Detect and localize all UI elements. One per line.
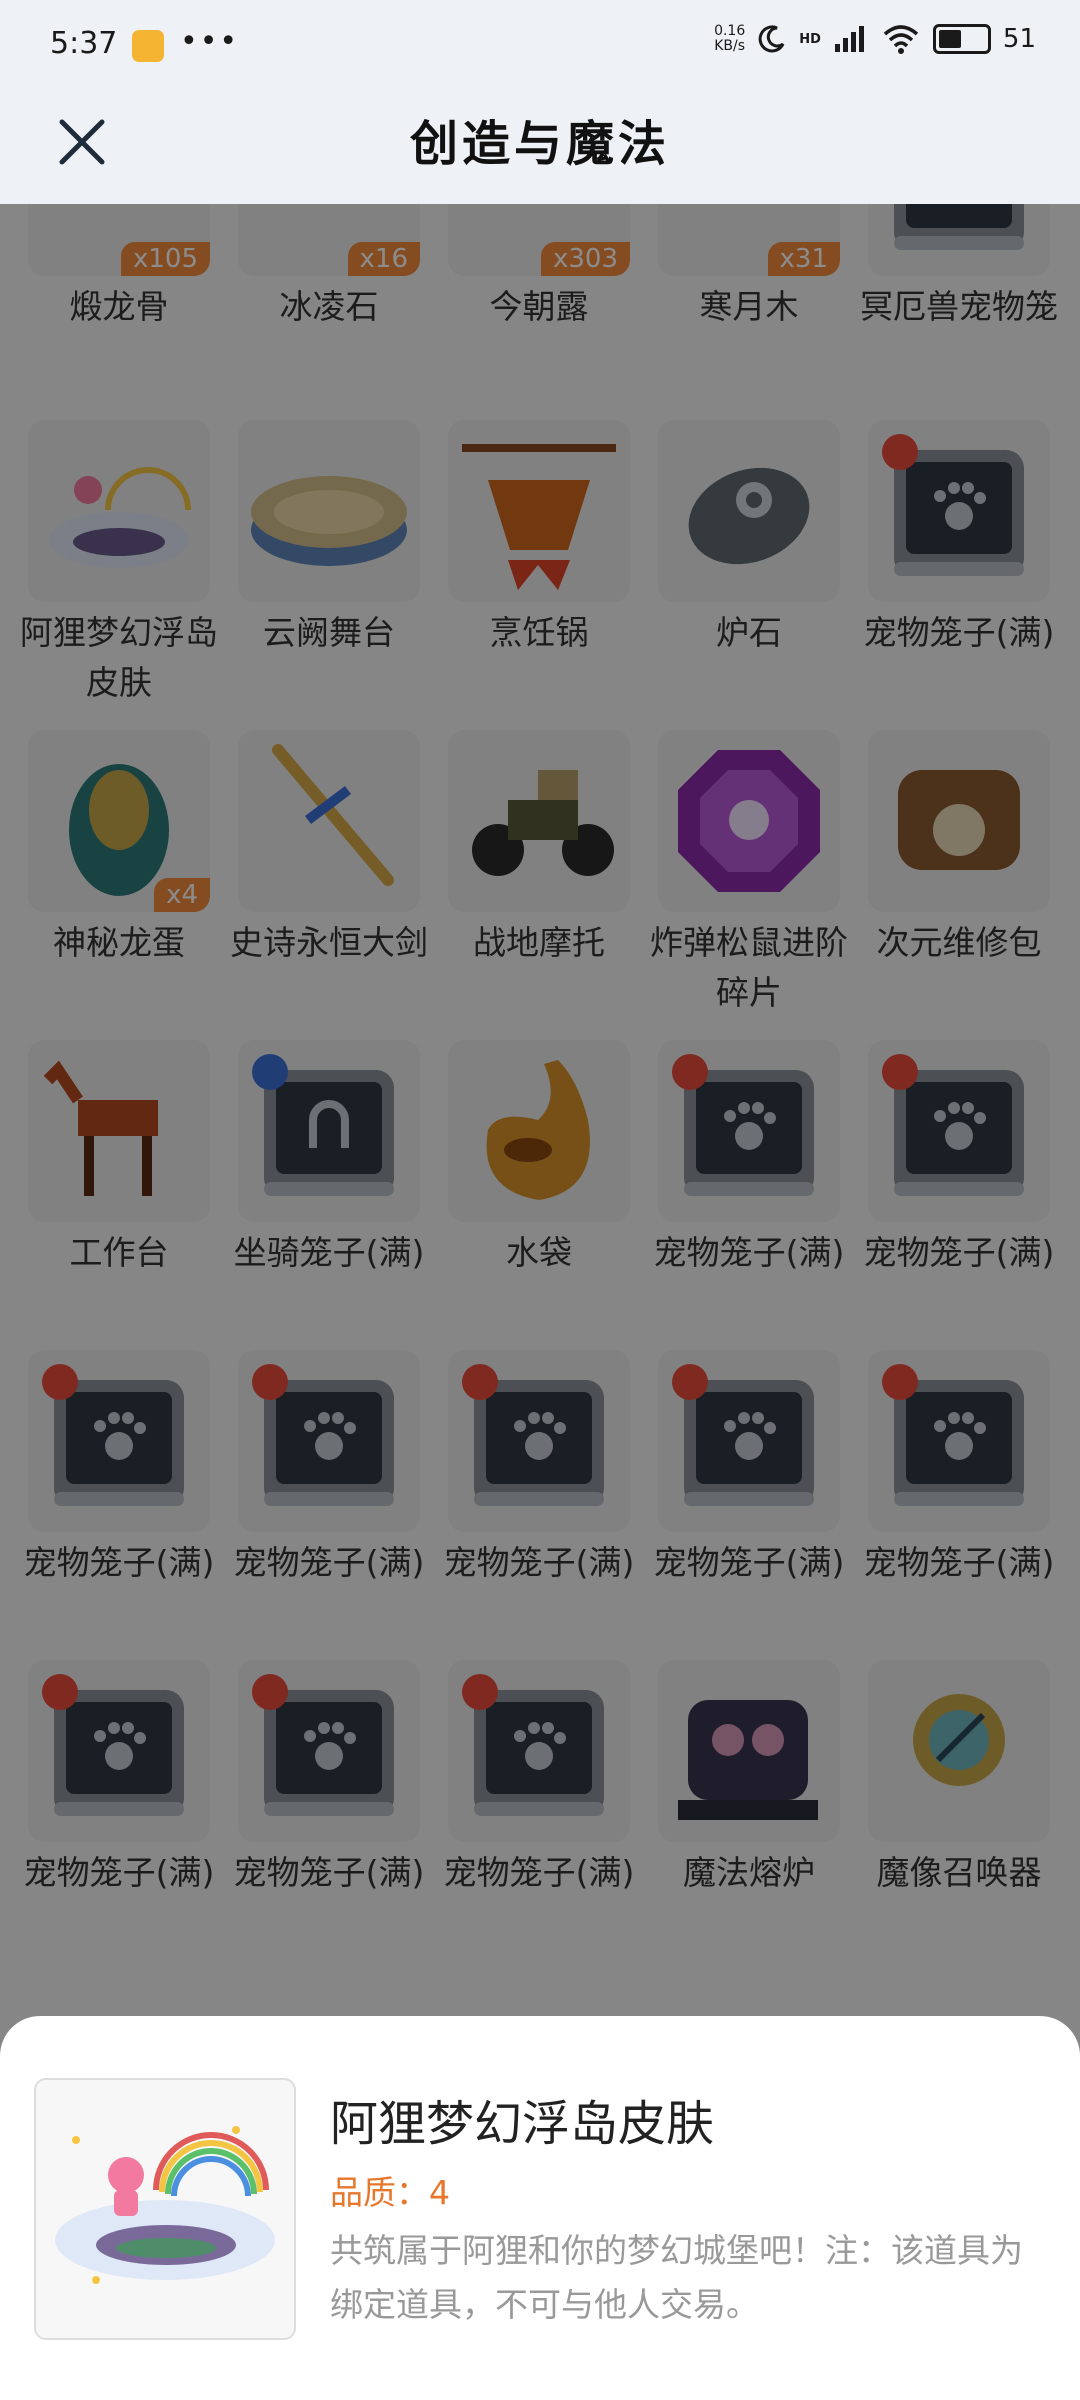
network-speed-unit: KB/s	[714, 38, 746, 54]
app-header: 创造与魔法	[0, 92, 1080, 205]
network-speed-value: 0.16	[714, 23, 746, 39]
clock: 5:37	[50, 26, 118, 61]
hd-label: HD	[799, 31, 821, 47]
battery-level: 51	[1002, 24, 1036, 54]
wifi-icon	[883, 25, 919, 54]
item-preview-image	[34, 2078, 296, 2340]
network-speed: 0.16 KB/s	[714, 24, 745, 54]
item-description: 共筑属于阿狸和你的梦幻城堡吧！注：该道具为绑定道具，不可与他人交易。	[330, 2231, 1023, 2324]
status-bar: 5:37 ••• 0.16 KB/s HD 51	[0, 0, 1080, 92]
status-icons: 0.16 KB/s HD 51	[714, 24, 1036, 54]
floating-island-image	[55, 2126, 275, 2284]
item-quality: 品质：4	[330, 2173, 450, 2212]
moon-icon	[758, 25, 785, 53]
more-notifications-icon: •••	[180, 24, 240, 59]
item-title: 阿狸梦幻浮岛皮肤	[330, 2096, 715, 2152]
signal-icon	[834, 26, 864, 52]
page-title: 创造与魔法	[409, 116, 670, 172]
item-detail-sheet: 阿狸梦幻浮岛皮肤 品质：4 共筑属于阿狸和你的梦幻城堡吧！注：该道具为绑定道具，…	[0, 2016, 1080, 2400]
notification-app-icon	[132, 30, 164, 62]
battery-icon	[932, 24, 991, 54]
